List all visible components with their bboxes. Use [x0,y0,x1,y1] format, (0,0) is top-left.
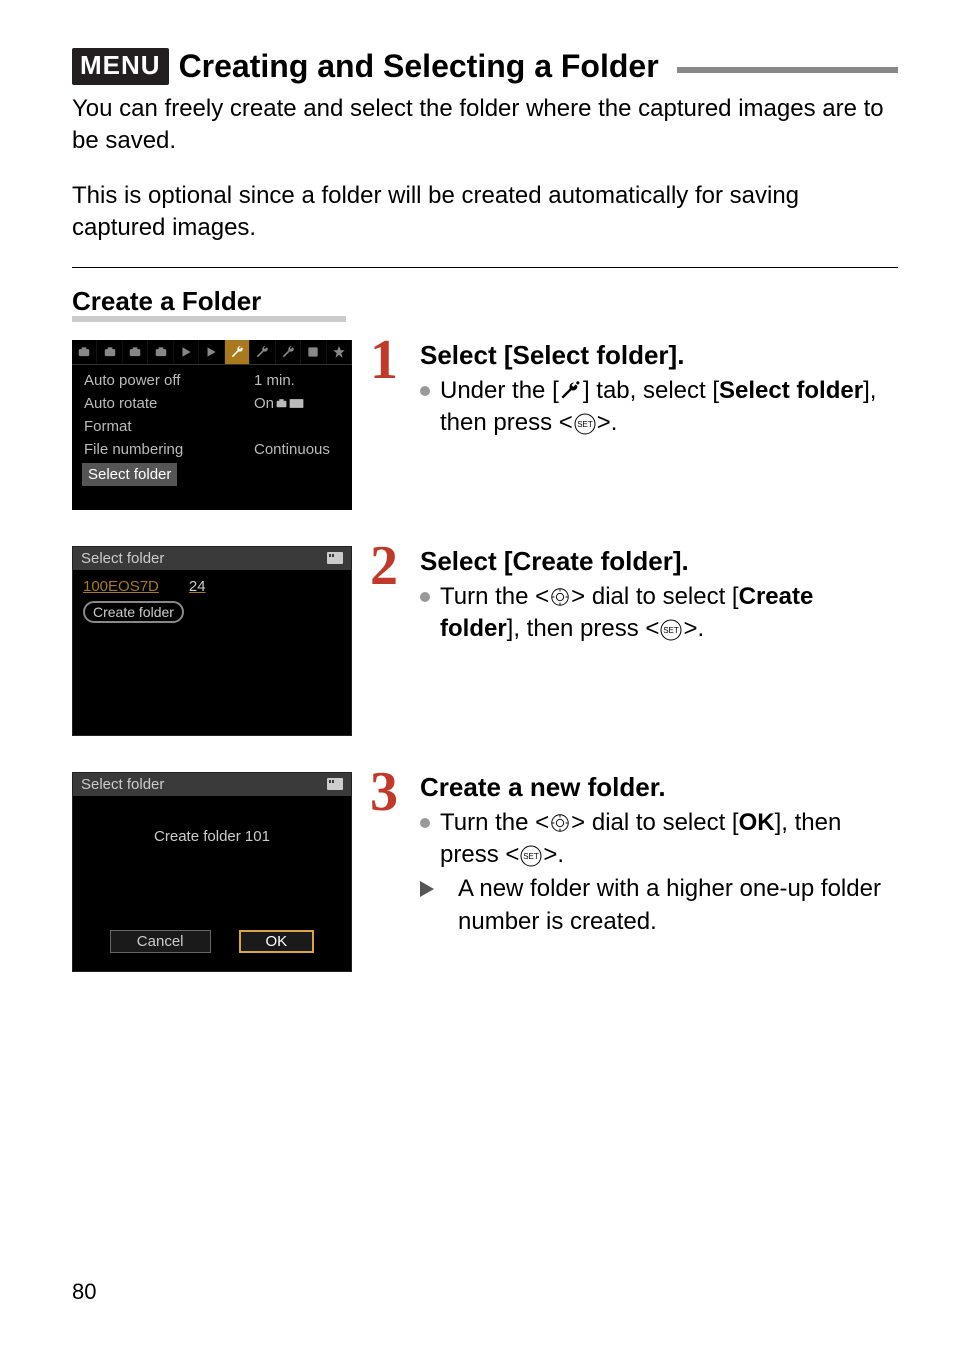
tab-wrench-icon-active [225,340,250,364]
tab-play-icon [174,340,199,364]
tab-camera-icon [123,340,148,364]
dial-icon [549,812,571,834]
confirm-message: Create folder 101 [154,828,270,845]
step2-text: Turn the <> dial to select [Create folde… [440,581,898,646]
tab-custom-icon [301,340,326,364]
ok-button: OK [239,930,315,953]
dial-icon [549,586,571,608]
menu-badge: MENU [72,48,169,85]
step1-text: Under the [•] tab, select [Select folder… [440,375,898,440]
screenshot-select-folder: Select folder 100EOS7D 24 Create folder [72,546,352,736]
step-number-3: 3 [370,770,398,815]
screenshot-menu: Auto power off 1 min. Auto rotate On For… [72,340,352,510]
shot2-header-label: Select folder [81,550,164,567]
step3-text-1: Turn the <> dial to select [OK], then pr… [440,807,898,872]
intro-paragraph-1: You can freely create and select the fol… [72,93,898,158]
menu-item-select-folder-highlighted: Select folder [82,461,342,486]
svg-text:SET: SET [664,626,680,635]
bullet-icon [420,592,430,602]
tab-camera-icon [148,340,173,364]
step2-title: Select [Create folder]. [420,546,898,577]
menu-item-format: Format [82,415,342,438]
menu-item-file-numbering: File numbering Continuous [82,438,342,461]
step3-title: Create a new folder. [420,772,898,803]
set-button-icon: SET [519,844,543,868]
shot3-header-label: Select folder [81,776,164,793]
page-number: 80 [72,1279,96,1305]
folder-row-active: 100EOS7D 24 [83,578,341,595]
screenshot-create-folder-confirm: Select folder Create folder 101 Cancel O… [72,772,352,972]
menu-item-auto-power-off: Auto power off 1 min. [82,369,342,392]
step1-title: Select [Select folder]. [420,340,898,371]
svg-text:SET: SET [524,852,540,861]
page-title: Creating and Selecting a Folder [179,48,659,85]
tab-wrench-icon [250,340,275,364]
section-heading: Create a Folder [72,286,261,320]
wrench-icon: • [559,381,583,401]
tab-camera-icon [97,340,122,364]
title-rule [677,67,898,73]
menu-item-auto-rotate: Auto rotate On [82,392,342,415]
create-folder-pill: Create folder [83,601,184,623]
bullet-icon [420,386,430,396]
intro-paragraph-2: This is optional since a folder will be … [72,180,898,245]
tab-wrench-icon [276,340,301,364]
cf-card-icon [327,552,343,564]
step-number-2: 2 [370,544,398,589]
result-arrow-icon [420,881,448,897]
cancel-button: Cancel [110,930,211,953]
set-button-icon: SET [573,412,597,436]
step-number-1: 1 [370,338,398,383]
bullet-icon [420,818,430,828]
tab-camera-icon [72,340,97,364]
svg-text:SET: SET [577,420,593,429]
tab-play-icon [199,340,224,364]
step3-text-2: A new folder with a higher one-up folder… [458,873,898,938]
tab-strip [72,340,352,365]
cf-card-icon [327,778,343,790]
tab-star-icon [327,340,352,364]
set-button-icon: SET [659,618,683,642]
